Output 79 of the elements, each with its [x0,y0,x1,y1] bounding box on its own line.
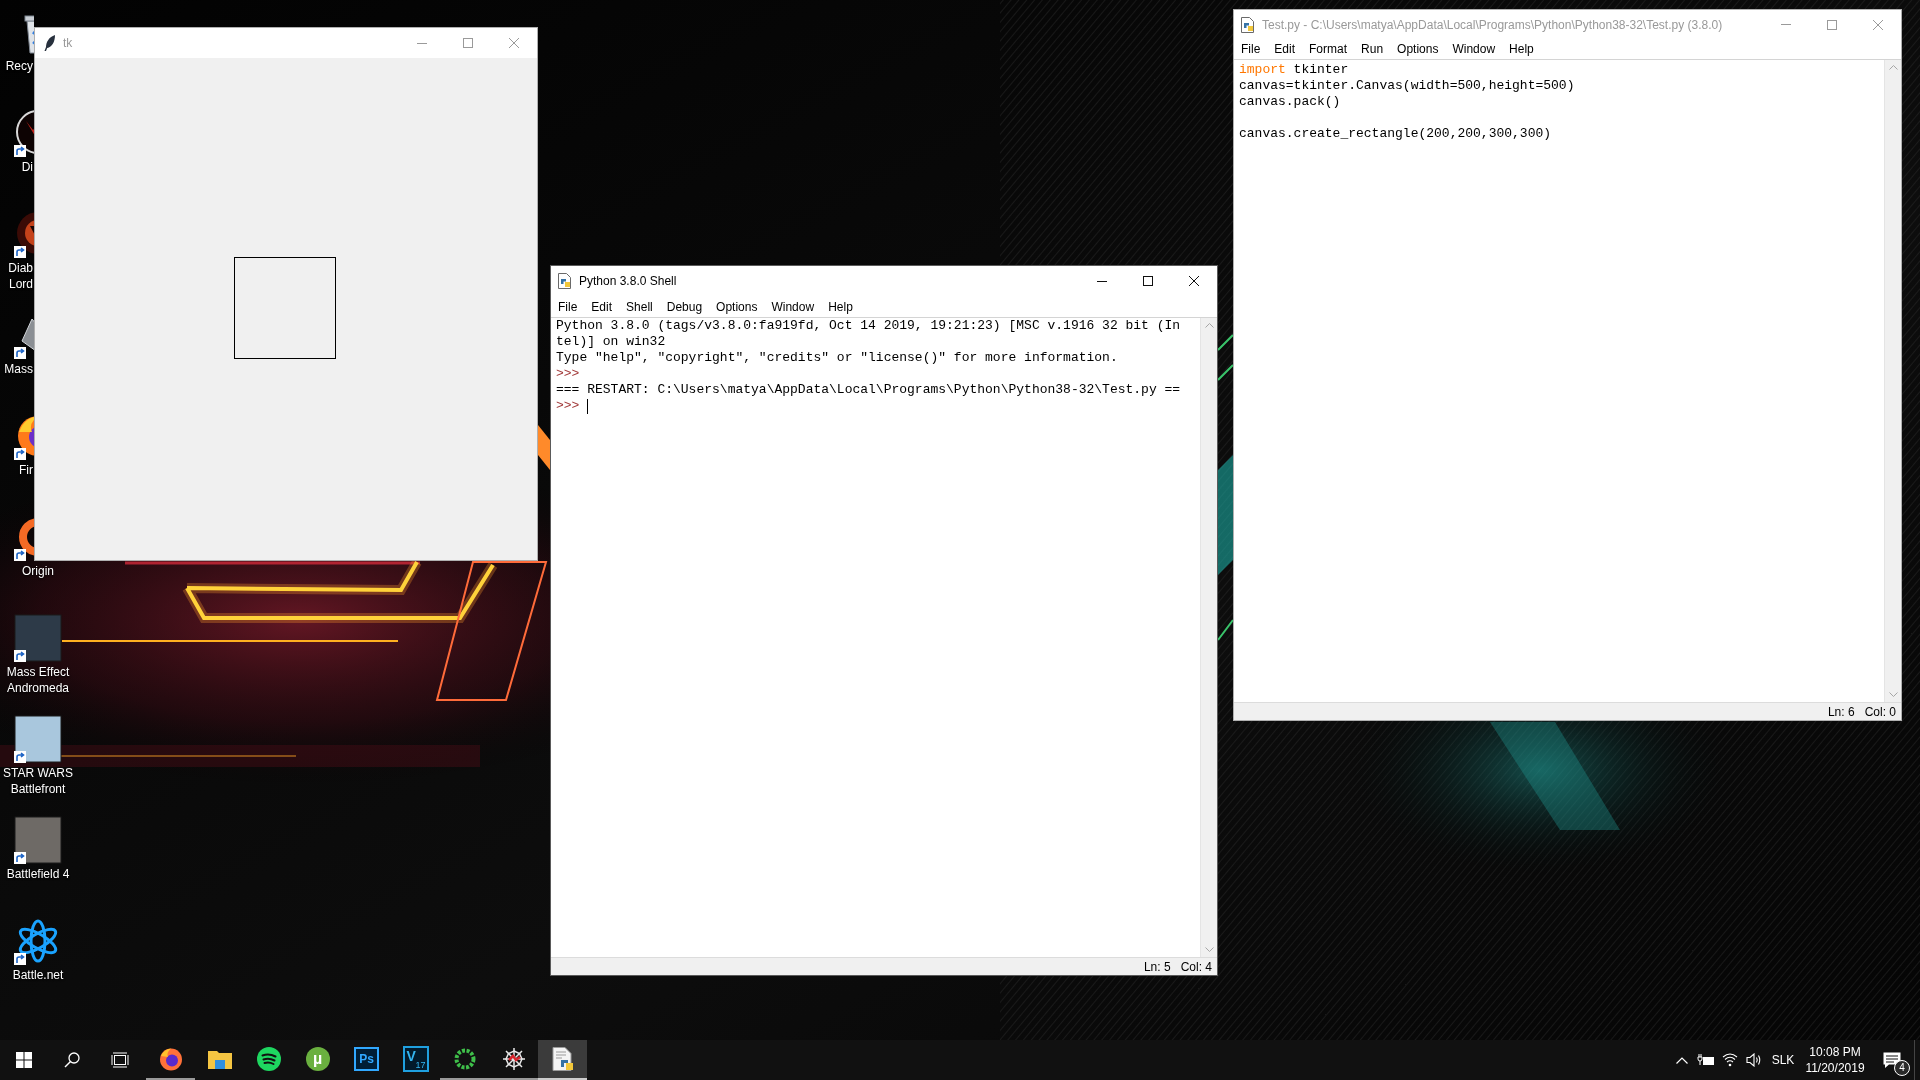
taskbar-button[interactable]: Ps [342,1040,391,1080]
menu-item[interactable]: Edit [584,297,620,316]
menu-item[interactable]: Help [821,297,860,316]
task-view-icon [111,1052,129,1068]
code-line: import tkinter [1239,62,1349,78]
console-line: Python 3.8.0 (tags/v3.8.0:fa919fd, Oct 14 2019, 19:21:23) [MSC v.1916 32 bit (In [556,318,1181,334]
folder-icon [207,1049,232,1069]
status-text: Ln: 6 [1827,703,1855,720]
menu-item[interactable]: Window [1445,40,1503,58]
message-icon [1883,1051,1901,1069]
window-title: Python 3.8.0 Shell [579,273,677,290]
notification-count: 4 [1894,1060,1910,1076]
icon-label[interactable]: Recy [0,58,33,74]
prompt-text: >>> [556,398,580,414]
feather-icon [43,35,55,51]
code-line: canvas.pack() [1239,94,1341,110]
code-line: canvas=tkinter.Canvas(width=500,height=500) [1239,78,1575,94]
minimize-icon [1097,280,1107,282]
menu-item[interactable]: Edit [1267,40,1303,58]
clock-time[interactable]: 10:08 PM [1809,1044,1861,1060]
icon-label[interactable]: Diab Lord [0,260,33,292]
letter-logo: Ps [354,1047,379,1071]
taskbar-button[interactable] [538,1040,587,1080]
menu-item[interactable]: Window [764,297,822,316]
menu-item[interactable]: Format [1302,40,1355,58]
status-text: Col: 4 [1180,958,1212,975]
game-cover-icon[interactable] [14,614,62,662]
menu-item[interactable]: Debug [659,297,710,316]
status-text: Col: 0 [1864,703,1896,720]
sound-waves-icon [256,1047,281,1071]
notification-button[interactable]: 4 [1870,1040,1914,1080]
icon-label[interactable]: Battlefield 4 [0,866,76,882]
search-icon [64,1052,80,1068]
console-line: tel)] on win32 [556,334,666,350]
logo-letter: V [406,1049,416,1063]
menu-item[interactable]: Shell [619,297,660,316]
volume-icon[interactable] [1746,1053,1762,1067]
status-text: Ln: 5 [1143,958,1171,975]
menu-item[interactable]: Options [709,297,765,316]
document-icon [1240,16,1256,33]
maximize-icon [1827,19,1837,30]
menu-item[interactable]: File [1234,40,1268,58]
console-line: === RESTART: C:\Users\matya\AppData\Local\Programs\Python\Python38-32\Test.py == [556,382,1181,398]
close-icon [509,38,519,48]
prompt-text: >>> [556,366,580,382]
wifi-icon[interactable] [1722,1053,1738,1067]
icon-label[interactable]: Mass Effect Andromeda [0,664,76,696]
minimize-icon [1781,24,1791,25]
battery-charging-icon[interactable] [1697,1054,1715,1066]
window-title: tk [63,35,73,52]
menu-item[interactable]: Help [1502,40,1541,58]
clock-date[interactable]: 11/20/2019 [1805,1060,1865,1076]
language-indicator[interactable]: SLK [1771,1051,1795,1069]
menu-item[interactable]: Run [1354,40,1391,58]
letter-logo: µ [305,1047,330,1071]
flame-globe-icon [158,1047,183,1071]
document-icon [557,273,573,289]
document-icon [551,1047,574,1071]
close-icon [1873,19,1883,30]
spider-web-icon [501,1047,526,1071]
menu-item[interactable]: Options [1390,40,1446,58]
icon-label[interactable]: Mass [0,361,33,377]
window-title: Test.py - C:\Users\matya\AppData\Local\Programs\Python\Python38-32\Test.py (3.8.0) [1262,16,1723,34]
windows-logo-icon [16,1052,32,1068]
icon-label[interactable]: Battle.net [0,967,76,983]
icon-label[interactable]: STAR WARS Battlefront [0,765,76,797]
icon-label[interactable]: Di [0,159,33,175]
code-line: canvas.create_rectangle(200,200,300,300) [1239,126,1552,142]
game-cover-icon[interactable] [14,816,62,864]
minimize-icon [417,42,427,44]
version-mark: 17 [415,1061,426,1070]
close-icon [1189,276,1199,286]
menu-item[interactable]: File [551,297,585,316]
icon-label[interactable]: Origin [0,563,76,579]
maximize-icon [1143,276,1153,286]
icon-label[interactable]: Fir [0,462,33,478]
console-line: Type "help", "copyright", "credits" or "license()" for more information. [556,350,1118,366]
maximize-icon [463,38,473,48]
ring-icon [453,1048,476,1070]
